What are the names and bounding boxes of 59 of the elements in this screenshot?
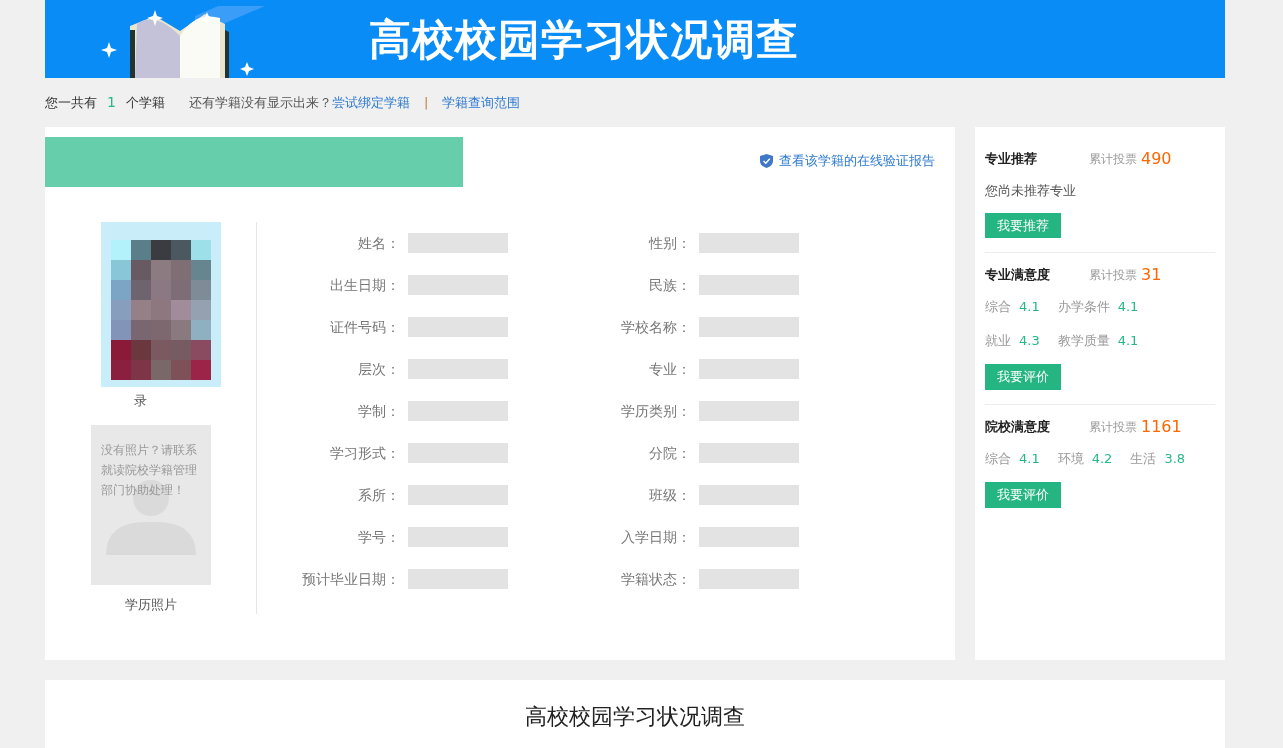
bind-link[interactable]: 尝试绑定学籍 — [331, 92, 410, 113]
section-title: 院校满意度 — [985, 417, 1051, 436]
recommend-button[interactable]: 我要推荐 — [985, 212, 1061, 238]
votes-count: 490 — [1141, 148, 1172, 170]
section-title: 专业满意度 — [985, 266, 1051, 285]
field-label: 性别： — [647, 233, 691, 253]
field-label: 民族： — [648, 275, 691, 295]
field-label: 预计毕业日期： — [301, 569, 400, 589]
field-label: 出生日期： — [329, 275, 400, 295]
score-value: 4.3 — [1019, 331, 1040, 350]
field-label: 班级： — [648, 485, 691, 505]
shield-check-icon — [760, 153, 773, 168]
votes-label: 累计投票 — [1089, 151, 1137, 168]
score-value: 4.1 — [1117, 331, 1139, 350]
report-link[interactable]: 查看该学籍的在线验证报告 — [760, 151, 935, 171]
field-label: 学历类别： — [620, 401, 691, 421]
photo-label: 学历照片 — [124, 595, 177, 614]
section-title: 专业推荐 — [985, 150, 1038, 169]
field-label: 证件号码： — [329, 317, 400, 337]
score-value: 4.1 — [1117, 298, 1139, 316]
photo-label: 录 — [134, 392, 147, 410]
score-label: 教学质量 — [1057, 331, 1110, 350]
record-count: 1 — [107, 93, 116, 112]
field-label: 学制： — [357, 401, 400, 421]
score-label: 综合 — [985, 298, 1011, 316]
field-label: 学号： — [357, 527, 400, 547]
no-photo-text: 没有照片？请联系就读院校学籍管理部门协助处理！ — [100, 441, 198, 499]
empty-note: 您尚未推荐专业 — [985, 182, 1077, 200]
score-label: 办学条件 — [1057, 298, 1110, 316]
rate-button[interactable]: 我要评价 — [985, 364, 1061, 390]
score-value: 4.1 — [1019, 449, 1040, 468]
field-label: 层次： — [357, 359, 400, 379]
survey-title: 高校校园学习状况调查 — [524, 703, 746, 731]
range-link[interactable]: 学籍查询范围 — [442, 92, 521, 113]
hint-text: 还有学籍没有显示出来？ — [188, 93, 332, 112]
count-text: 您一共有 — [45, 93, 97, 112]
field-label: 学籍状态： — [620, 569, 691, 589]
field-label: 入学日期： — [620, 527, 691, 547]
field-label: 学校名称： — [620, 317, 691, 337]
field-label: 专业： — [648, 359, 691, 379]
votes-label: 累计投票 — [1089, 418, 1137, 436]
score-label: 生活 — [1130, 449, 1157, 468]
score-value: 4.1 — [1019, 298, 1040, 316]
score-label: 就业 — [985, 331, 1011, 350]
score-value: 3.8 — [1164, 449, 1186, 468]
score-label: 综合 — [985, 449, 1011, 468]
count-text: 个学籍 — [125, 93, 165, 112]
rate-button[interactable]: 我要评价 — [985, 482, 1061, 508]
votes-label: 累计投票 — [1089, 267, 1137, 284]
field-label: 学习形式： — [329, 443, 400, 463]
field-label: 分院： — [648, 443, 691, 463]
separator: | — [423, 93, 429, 112]
field-label: 姓名： — [357, 233, 400, 253]
banner-title: 高校校园学习状况调查 — [369, 13, 799, 66]
votes-count: 31 — [1141, 264, 1162, 286]
votes-count: 1161 — [1141, 415, 1182, 438]
score-value: 4.2 — [1091, 449, 1113, 468]
score-label: 环境 — [1057, 449, 1084, 468]
field-label: 系所： — [357, 485, 400, 505]
